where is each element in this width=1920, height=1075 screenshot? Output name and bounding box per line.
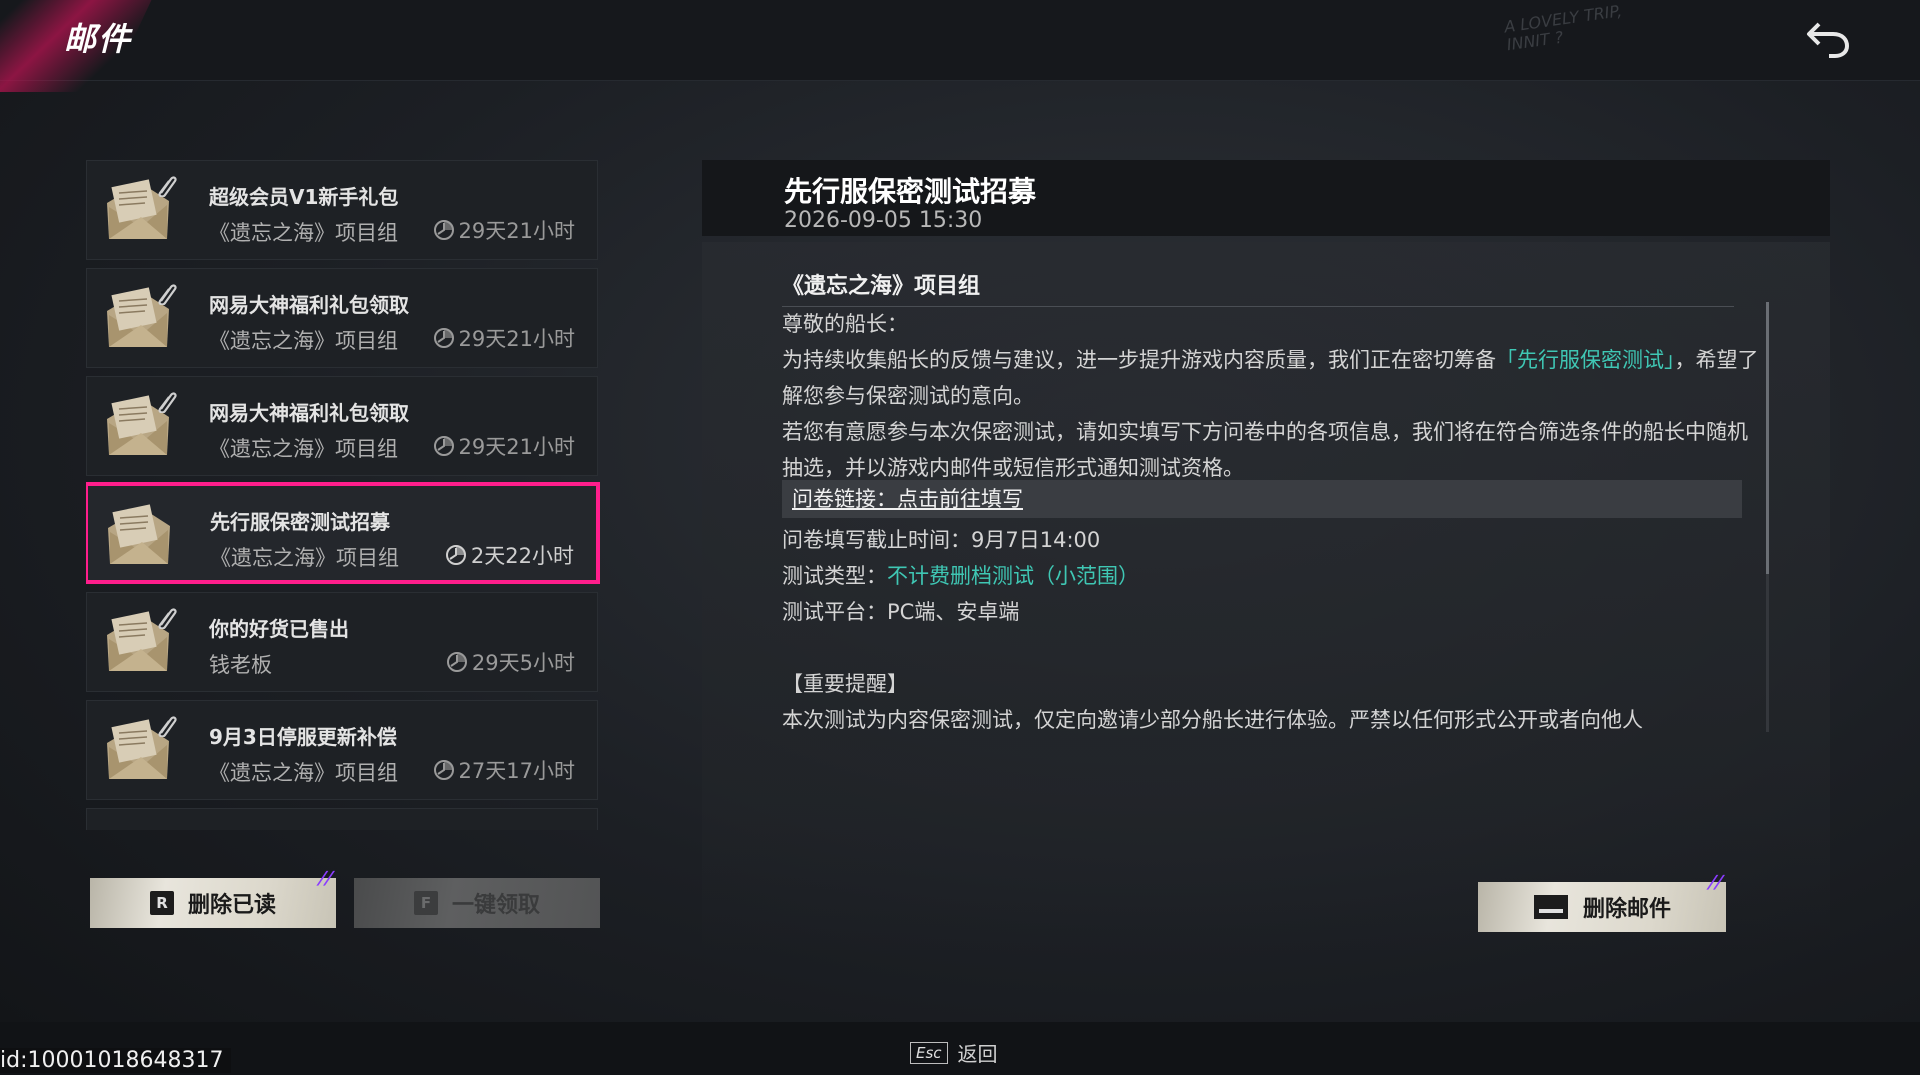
delete-read-button[interactable]: R 删除已读 //	[90, 868, 336, 928]
mail-list-item[interactable]: 9月3日停服更新补偿 《遗忘之海》项目组 27天17小时	[86, 700, 598, 800]
mail-list-item[interactable]: 网易大神福利礼包领取 《遗忘之海》项目组 29天21小时	[86, 376, 598, 476]
mail-list-item[interactable]: 超级会员V1新手礼包 《遗忘之海》项目组 29天21小时	[86, 160, 598, 260]
mail-time-left: 27天17小时	[458, 759, 575, 783]
mail-subject: 网易大神福利礼包领取	[209, 401, 409, 425]
notice-text: 本次测试为内容保密测试，仅定向邀请少部分船长进行体验。严禁以任何形式公开或者向他…	[782, 708, 1643, 732]
survey-link[interactable]: 问卷链接：点击前往填写	[782, 480, 1742, 518]
test-name-highlight: 「先行服保密测试」	[1496, 348, 1675, 372]
esc-back-hint[interactable]: Esc 返回	[910, 1038, 998, 1067]
mail-sender: 《遗忘之海》项目组	[209, 437, 398, 461]
delete-read-label: 删除已读	[187, 893, 276, 918]
user-id: id:10001018648317	[0, 1048, 232, 1073]
mail-list-item[interactable]: 先行服保密测试招募 《遗忘之海》项目组 2天22小时	[86, 482, 600, 584]
envelope-icon	[101, 716, 177, 783]
test-type-value: 不计费删档测试（小范围）	[887, 564, 1139, 588]
keyboard-key-icon	[1533, 895, 1568, 919]
mail-detail-body[interactable]: 《遗忘之海》项目组 尊敬的船长： 为持续收集船长的反馈与建议，进一步提升游戏内容…	[702, 242, 1830, 952]
key-r-hint: R	[149, 891, 174, 915]
mail-time-left: 29天21小时	[458, 327, 575, 351]
mail-greeting: 尊敬的船长：	[782, 312, 908, 336]
back-button[interactable]	[1802, 14, 1854, 66]
top-bar: 邮件 A LOVELY TRIP, INNIT ?	[0, 0, 1920, 92]
mail-time-left: 2天22小时	[470, 544, 574, 568]
claim-all-button[interactable]: F 一键领取	[354, 878, 600, 928]
survey-link-label: 问卷链接：点击前往填写	[792, 487, 1023, 511]
mail-expiry: 29天5小时	[446, 647, 575, 677]
envelope-icon	[101, 608, 177, 675]
attachment-clip-icon	[155, 281, 177, 309]
attachment-clip-icon	[155, 389, 177, 417]
attachment-clip-icon	[155, 605, 177, 633]
back-label: 返回	[957, 1042, 998, 1066]
delete-mail-label: 删除邮件	[1582, 897, 1671, 922]
clock-icon	[446, 651, 468, 673]
mail-detail-date: 2026-09-05 15:30	[784, 208, 983, 233]
mail-sender: 《遗忘之海》项目组	[209, 329, 398, 353]
mail-expiry: 2天22小时	[445, 540, 574, 570]
claim-all-label: 一键领取	[451, 893, 540, 918]
envelope-icon	[101, 176, 177, 243]
clock-icon	[433, 327, 455, 349]
clock-icon	[433, 219, 455, 241]
mail-subject: 先行服保密测试招募	[210, 510, 390, 534]
envelope-icon	[102, 502, 174, 568]
mail-subject: 9月3日停服更新补偿	[209, 725, 397, 749]
paragraph-1-text: 为持续收集船长的反馈与建议，进一步提升游戏内容质量，我们正在密切筹备	[782, 348, 1496, 372]
mail-detail-sender: 《遗忘之海》项目组	[782, 268, 1734, 307]
key-f-hint: F	[413, 891, 438, 915]
envelope-icon	[101, 392, 177, 459]
survey-deadline: 问卷填写截止时间：9月7日14:00	[782, 528, 1101, 552]
esc-key-icon: Esc	[910, 1041, 948, 1064]
mail-time-left: 29天21小时	[458, 435, 575, 459]
clock-icon	[445, 544, 467, 566]
mail-sender: 《遗忘之海》项目组	[209, 761, 398, 785]
mail-time-left: 29天5小时	[471, 651, 575, 675]
attachment-clip-icon	[155, 173, 177, 201]
notice-title: 【重要提醒】	[782, 672, 908, 696]
test-platform: 测试平台：PC端、安卓端	[782, 600, 1020, 624]
mail-subject: 超级会员V1新手礼包	[209, 185, 399, 209]
return-arrow-icon	[1807, 22, 1850, 58]
mail-sender: 《遗忘之海》项目组	[210, 546, 399, 570]
clock-icon	[433, 435, 455, 457]
mail-paragraph-1: 为持续收集船长的反馈与建议，进一步提升游戏内容质量，我们正在密切筹备「先行服保密…	[782, 342, 1762, 414]
mail-sender: 钱老板	[209, 653, 272, 677]
test-type-line: 测试类型：不计费删档测试（小范围）	[782, 558, 1762, 594]
mail-list-item[interactable]: 你的好货已售出 钱老板 29天5小时	[86, 592, 598, 692]
mail-subject: 你的好货已售出	[209, 617, 349, 641]
mail-list-item[interactable]: 网易大神福利礼包领取 《遗忘之海》项目组 29天21小时	[86, 268, 598, 368]
attachment-clip-icon	[155, 713, 177, 741]
mail-detail-header: 先行服保密测试招募 2026-09-05 15:30	[702, 160, 1830, 236]
page-title: 邮件	[64, 20, 133, 58]
corner-mark-icon: //	[315, 868, 336, 889]
delete-mail-button[interactable]: 删除邮件 //	[1478, 872, 1726, 932]
test-type-label: 测试类型：	[782, 564, 887, 588]
mail-expiry: 27天17小时	[433, 755, 575, 785]
mail-expiry: 29天21小时	[433, 215, 575, 245]
watermark-text: A LOVELY TRIP, INNIT ?	[1503, 1, 1624, 55]
clock-icon	[433, 759, 455, 781]
mail-time-left: 29天21小时	[458, 219, 575, 243]
mail-list: 超级会员V1新手礼包 《遗忘之海》项目组 29天21小时 网易大神福利礼包领取 《遗忘之…	[86, 160, 600, 830]
envelope-icon	[101, 284, 177, 351]
mail-list-item-peek[interactable]	[86, 808, 598, 830]
mail-expiry: 29天21小时	[433, 431, 575, 461]
mail-detail-title: 先行服保密测试招募	[784, 175, 1037, 208]
mail-subject: 网易大神福利礼包领取	[209, 293, 409, 317]
mail-paragraph-2: 若您有意愿参与本次保密测试，请如实填写下方问卷中的各项信息，我们将在符合筛选条件…	[782, 420, 1748, 480]
scrollbar-thumb[interactable]	[1766, 302, 1769, 574]
mail-expiry: 29天21小时	[433, 323, 575, 353]
mail-sender: 《遗忘之海》项目组	[209, 221, 398, 245]
